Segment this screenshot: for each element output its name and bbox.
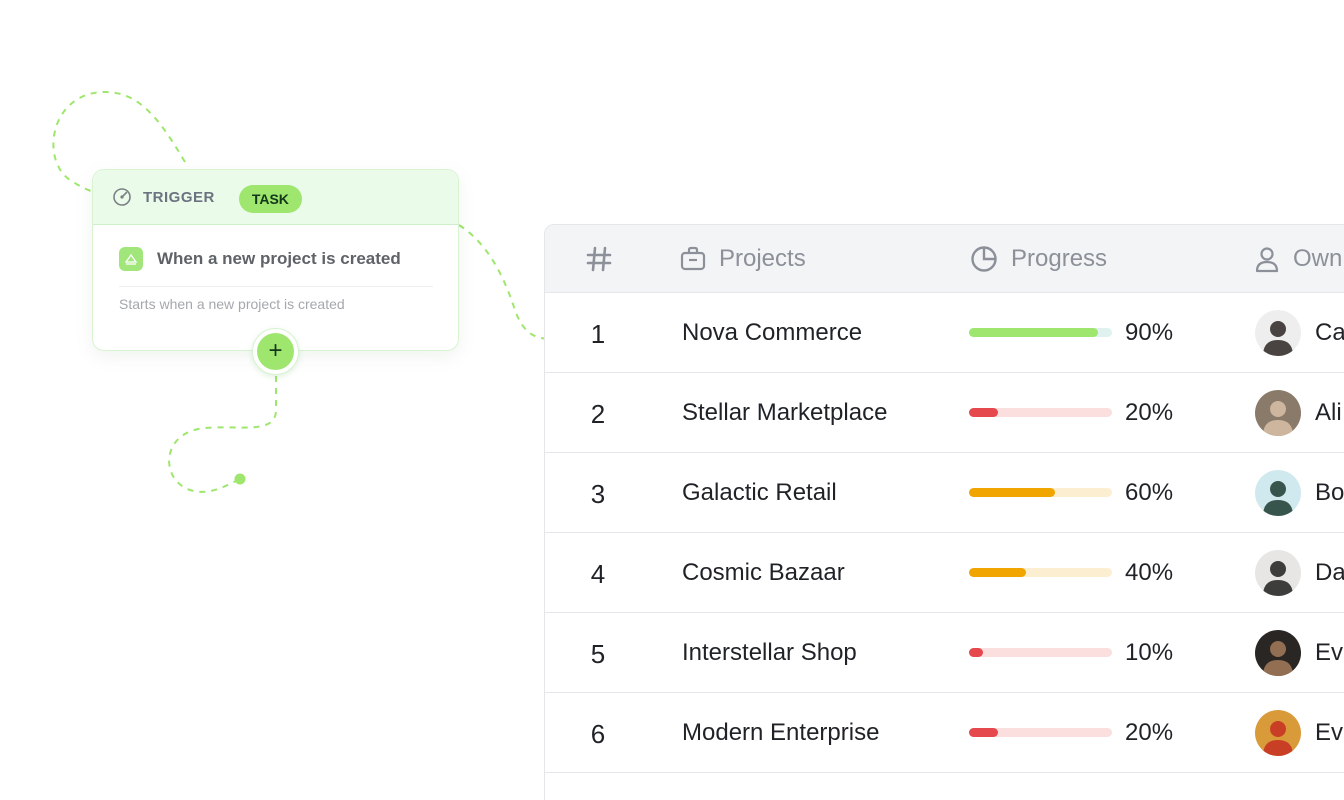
column-header-progress-label: Progress [1011,245,1108,272]
progress-fill [969,648,984,657]
progress-track [969,648,1112,657]
progress-percent: 20% [1125,398,1174,426]
avatar[interactable] [1255,389,1301,436]
project-name[interactable]: Interstellar Shop [682,613,857,692]
project-name[interactable]: Cosmic Bazaar [682,533,845,612]
avatar[interactable] [1255,309,1301,356]
avatar[interactable] [1255,549,1301,596]
user-icon [1255,247,1279,273]
progress-percent: 60% [1125,478,1174,506]
progress-percent: 40% [1125,558,1174,586]
progress-track [969,568,1112,577]
progress-fill [969,328,1098,337]
column-header-number[interactable] [585,225,625,293]
table-row[interactable]: 2 Stellar Marketplace 20% Ali [545,373,1344,453]
progress-bar [969,613,1112,692]
gauge-icon [111,186,133,208]
table-body: 1 Nova Commerce 90% Ca 2 Stellar Marketplace 2… [545,293,1344,773]
project-name[interactable]: Nova Commerce [682,293,862,372]
table-row[interactable]: 6 Modern Enterprise 20% Eva [545,693,1344,773]
project-name[interactable]: Stellar Marketplace [682,373,887,452]
avatar[interactable] [1255,709,1301,756]
progress-fill [969,408,998,417]
project-name[interactable]: Modern Enterprise [682,693,879,772]
row-number: 1 [590,319,606,349]
progress-bar [969,693,1112,772]
table-row[interactable]: 5 Interstellar Shop 10% Eva [545,613,1344,693]
row-number: 3 [590,479,606,509]
owner-name: Ali [1315,398,1342,426]
table-row[interactable]: 4 Cosmic Bazaar 40% Da [545,533,1344,613]
progress-fill [969,568,1027,577]
owner-name: Bo [1315,478,1344,506]
progress-track [969,488,1112,497]
briefcase-icon [680,246,706,271]
progress-fill [969,488,1055,497]
table-header: Projects Progress Own [545,225,1344,293]
progress-track [969,408,1112,417]
column-header-owner-label: Own [1293,245,1343,272]
trigger-header: TRIGGER TASK [93,170,458,225]
progress-percent: 10% [1125,638,1174,666]
progress-track [969,328,1112,337]
row-number: 4 [590,559,606,589]
project-name[interactable]: Galactic Retail [682,453,837,532]
progress-track [969,728,1112,737]
trigger-event-description: Starts when a new project is created [119,296,345,312]
progress-bar [969,293,1112,372]
project-icon [119,247,143,271]
owner-avatar-cell [1255,613,1301,692]
avatar[interactable] [1255,469,1301,516]
trigger-event-title: When a new project is created [157,249,401,268]
trigger-card[interactable]: TRIGGER TASK When a new project is creat… [92,169,459,351]
owner-avatar-cell [1255,693,1301,772]
table-row[interactable]: 1 Nova Commerce 90% Ca [545,293,1344,373]
column-header-projects[interactable]: Projects [679,225,806,293]
progress-bar [969,453,1112,532]
add-step-button[interactable]: + [252,328,299,375]
owner-avatar-cell [1255,453,1301,532]
row-number: 6 [590,719,606,749]
progress-percent: 90% [1125,318,1174,346]
owner-name: Eva [1315,718,1344,746]
owner-avatar-cell [1255,373,1301,452]
column-header-owner[interactable]: Own [1253,225,1342,293]
row-number: 5 [590,639,606,669]
owner-name: Da [1315,558,1344,586]
trigger-label: TRIGGER [143,188,215,206]
owner-name: Ca [1315,318,1344,346]
divider [119,286,433,287]
owner-name: Eva [1315,638,1344,666]
progress-bar [969,533,1112,612]
column-header-projects-label: Projects [719,245,806,272]
owner-avatar-cell [1255,533,1301,612]
plus-icon: + [257,333,294,370]
progress-percent: 20% [1125,718,1174,746]
column-header-progress[interactable]: Progress [969,225,1107,293]
projects-table: Projects Progress Own 1 Nova Commerce 90% C… [544,224,1344,800]
progress-bar [969,373,1112,452]
hash-icon [586,246,612,272]
avatar[interactable] [1255,629,1301,676]
task-badge: TASK [238,185,302,213]
table-row[interactable]: 3 Galactic Retail 60% Bo [545,453,1344,533]
progress-fill [969,728,998,737]
row-number: 2 [590,399,606,429]
owner-avatar-cell [1255,293,1301,372]
pie-chart-icon [971,246,997,272]
